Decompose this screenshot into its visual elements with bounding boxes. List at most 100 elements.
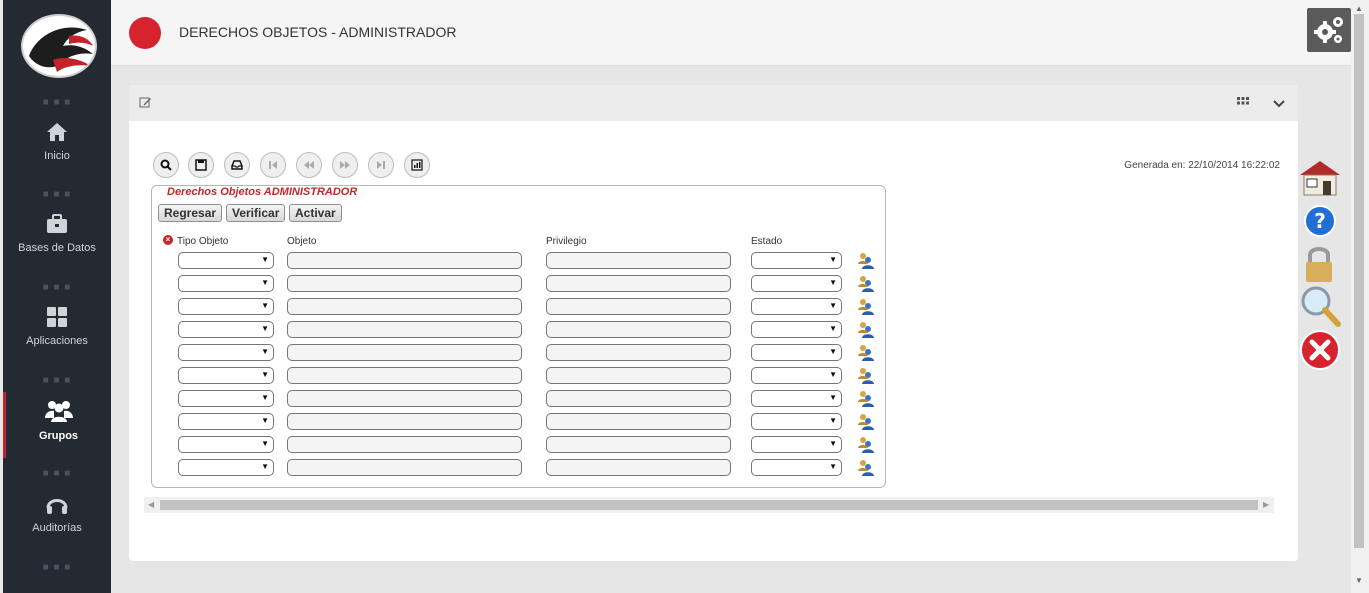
user-group-icon[interactable] <box>857 413 874 430</box>
scroll-down-icon[interactable]: ▼ <box>1355 576 1363 585</box>
privilegio-input[interactable] <box>546 252 731 269</box>
column-header-estado: Estado <box>751 236 783 247</box>
privilegio-input[interactable] <box>546 275 731 292</box>
dropdown-arrow-icon: ▼ <box>829 278 837 287</box>
privilegio-input[interactable] <box>546 321 731 338</box>
objeto-input[interactable] <box>287 367 522 384</box>
magnifier-icon <box>1301 286 1341 327</box>
report-button[interactable] <box>404 152 430 178</box>
objeto-input[interactable] <box>287 390 522 407</box>
previous-record-button[interactable] <box>296 152 322 178</box>
dropdown-arrow-icon: ▼ <box>261 347 269 356</box>
table-row: ▼ ▼ <box>0 367 900 385</box>
estado-select[interactable]: ▼ <box>751 390 842 407</box>
estado-select[interactable]: ▼ <box>751 367 842 384</box>
user-group-icon[interactable] <box>857 298 874 315</box>
objeto-input[interactable] <box>287 436 522 453</box>
first-record-button[interactable] <box>260 152 286 178</box>
activar-button[interactable]: Activar <box>289 204 342 222</box>
tipo-objeto-select[interactable]: ▼ <box>178 436 274 453</box>
user-group-icon[interactable] <box>857 459 874 476</box>
privilegio-input[interactable] <box>546 413 731 430</box>
objeto-input[interactable] <box>287 275 522 292</box>
regresar-button[interactable]: Regresar <box>158 204 223 222</box>
tipo-objeto-select[interactable]: ▼ <box>178 459 274 476</box>
apps-grid-icon[interactable] <box>1237 97 1249 109</box>
tipo-objeto-select[interactable]: ▼ <box>178 344 274 361</box>
estado-select[interactable]: ▼ <box>751 275 842 292</box>
user-group-icon[interactable] <box>857 436 874 453</box>
tipo-objeto-select[interactable]: ▼ <box>178 252 274 269</box>
privilegio-input[interactable] <box>546 459 731 476</box>
estado-select[interactable]: ▼ <box>751 436 842 453</box>
dropdown-arrow-icon: ▼ <box>261 278 269 287</box>
dropdown-arrow-icon: ▼ <box>261 255 269 264</box>
tipo-objeto-select[interactable]: ▼ <box>178 275 274 292</box>
estado-select[interactable]: ▼ <box>751 459 842 476</box>
scroll-thumb[interactable] <box>1354 14 1364 548</box>
dropdown-arrow-icon: ▼ <box>261 393 269 402</box>
error-icon: × <box>163 235 173 245</box>
user-group-icon[interactable] <box>857 344 874 361</box>
privilegio-input[interactable] <box>546 344 731 361</box>
edit-icon[interactable] <box>139 96 152 109</box>
privilegio-input[interactable] <box>546 436 731 453</box>
objeto-input[interactable] <box>287 298 522 315</box>
tipo-objeto-select[interactable]: ▼ <box>178 390 274 407</box>
table-row: ▼ ▼ <box>0 321 900 339</box>
estado-select[interactable]: ▼ <box>751 321 842 338</box>
nav-separator: ■ ■ ■ <box>42 97 72 108</box>
zoom-button[interactable] <box>1298 285 1342 329</box>
inbox-icon <box>231 160 243 170</box>
chart-icon <box>411 159 423 171</box>
scroll-up-icon[interactable]: ▲ <box>1355 4 1363 13</box>
tipo-objeto-select[interactable]: ▼ <box>178 367 274 384</box>
inbox-button[interactable] <box>224 152 250 178</box>
search-icon <box>160 159 172 171</box>
user-group-icon[interactable] <box>857 367 874 384</box>
objeto-input[interactable] <box>287 344 522 361</box>
last-record-button[interactable] <box>368 152 394 178</box>
objeto-input[interactable] <box>287 321 522 338</box>
tipo-objeto-select[interactable]: ▼ <box>178 413 274 430</box>
estado-select[interactable]: ▼ <box>751 252 842 269</box>
scroll-right-icon[interactable]: ▶ <box>1263 500 1269 509</box>
table-row: ▼ ▼ <box>0 252 900 270</box>
save-button[interactable] <box>188 152 214 178</box>
close-button[interactable] <box>1298 328 1342 372</box>
sidebar-item-auditorias[interactable]: Auditorías <box>3 494 111 560</box>
home-tool-button[interactable] <box>1298 155 1342 199</box>
estado-select[interactable]: ▼ <box>751 298 842 315</box>
objeto-input[interactable] <box>287 252 522 269</box>
tipo-objeto-select[interactable]: ▼ <box>178 321 274 338</box>
search-button[interactable] <box>153 152 179 178</box>
scroll-thumb[interactable] <box>160 500 1258 510</box>
privilegio-input[interactable] <box>546 367 731 384</box>
lock-button[interactable] <box>1298 243 1342 287</box>
scroll-left-icon[interactable]: ◀ <box>148 500 154 509</box>
horizontal-scrollbar[interactable]: ◀ ▶ <box>144 497 1274 513</box>
objeto-input[interactable] <box>287 459 522 476</box>
user-group-icon[interactable] <box>857 252 874 269</box>
dropdown-arrow-icon: ▼ <box>261 462 269 471</box>
status-dot <box>129 17 161 49</box>
sidebar-item-inicio[interactable]: Inicio <box>3 122 111 188</box>
help-button[interactable]: ? <box>1298 201 1342 245</box>
estado-select[interactable]: ▼ <box>751 413 842 430</box>
privilegio-input[interactable] <box>546 298 731 315</box>
verificar-button[interactable]: Verificar <box>226 204 286 222</box>
user-group-icon[interactable] <box>857 390 874 407</box>
tipo-objeto-select[interactable]: ▼ <box>178 298 274 315</box>
next-record-button[interactable] <box>332 152 358 178</box>
user-group-icon[interactable] <box>857 275 874 292</box>
user-group-icon[interactable] <box>857 321 874 338</box>
estado-select[interactable]: ▼ <box>751 344 842 361</box>
company-logo[interactable] <box>21 14 97 78</box>
sidebar-item-bases-de-datos[interactable]: Bases de Datos <box>3 214 111 280</box>
vertical-scrollbar[interactable]: ▲ ▼ <box>1351 0 1369 593</box>
settings-button[interactable] <box>1307 8 1351 52</box>
chevron-down-icon[interactable] <box>1273 99 1285 109</box>
privilegio-input[interactable] <box>546 390 731 407</box>
objeto-input[interactable] <box>287 413 522 430</box>
sidebar-item-aplicaciones[interactable]: Aplicaciones <box>3 307 111 373</box>
